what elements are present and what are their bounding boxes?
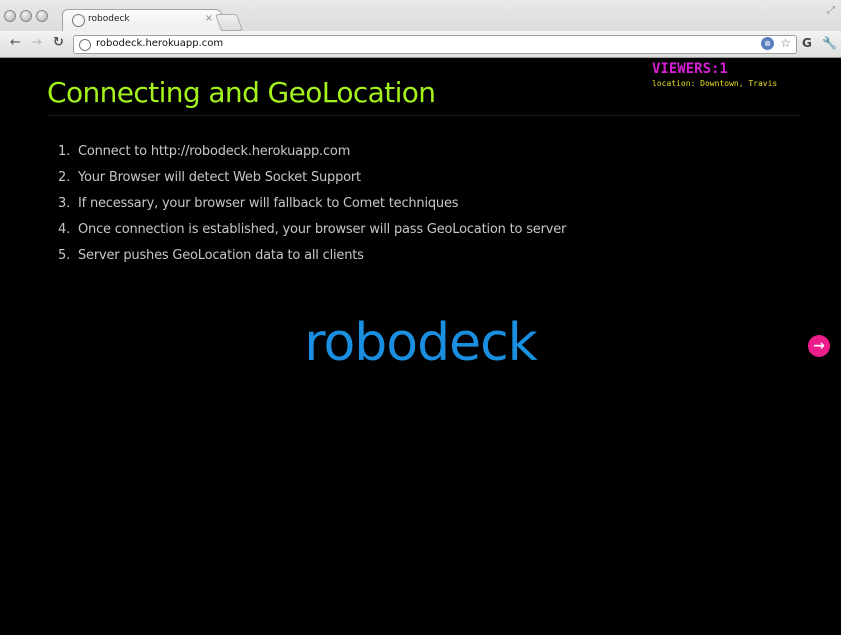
extension-icon[interactable]: ⊗ xyxy=(761,37,774,50)
url-text: robodeck.herokuapp.com xyxy=(96,38,224,49)
step-number: 3. xyxy=(58,196,71,211)
list-item: 1. Connect to http://robodeck.herokuapp.c… xyxy=(58,144,566,170)
list-item: 2. Your Browser will detect Web Socket Su… xyxy=(58,170,566,196)
chrome-icon[interactable]: G xyxy=(802,36,812,50)
browser-toolbar: ← → ↻ robodeck.herokuapp.com ⊗ ☆ G 🔧 xyxy=(0,31,841,57)
fullscreen-icon[interactable]: ⤢ xyxy=(827,5,835,16)
zoom-window-button[interactable] xyxy=(36,10,48,22)
step-text: Once connection is established, your bro… xyxy=(78,222,567,237)
step-text: If necessary, your browser will fallback… xyxy=(78,196,459,211)
browser-tab[interactable]: robodeck × xyxy=(62,9,222,32)
title-divider xyxy=(47,115,800,116)
arrow-right-icon: → xyxy=(813,338,825,354)
minimize-window-button[interactable] xyxy=(20,10,32,22)
tab-title: robodeck xyxy=(88,14,130,24)
step-number: 1. xyxy=(58,144,71,159)
address-bar[interactable]: robodeck.herokuapp.com ⊗ ☆ xyxy=(73,35,797,54)
step-text: Connect to http://robodeck.herokuapp.com xyxy=(78,144,351,159)
globe-icon xyxy=(79,39,91,51)
next-slide-button[interactable]: → xyxy=(808,335,830,357)
tab-close-icon[interactable]: × xyxy=(205,13,213,24)
step-text: Your Browser will detect Web Socket Supp… xyxy=(78,170,361,185)
browser-chrome: robodeck × ⤢ ← → ↻ robodeck.herokuapp.co… xyxy=(0,0,841,58)
slide-title: Connecting and GeoLocation xyxy=(47,76,436,109)
star-icon[interactable]: ☆ xyxy=(780,36,791,50)
step-number: 5. xyxy=(58,248,71,263)
list-item: 5. Server pushes GeoLocation data to all … xyxy=(58,248,566,274)
viewers-count: VIEWERS:1 xyxy=(652,61,728,77)
list-item: 4. Once connection is established, your b… xyxy=(58,222,566,248)
close-window-button[interactable] xyxy=(4,10,16,22)
wrench-icon[interactable]: 🔧 xyxy=(822,36,837,50)
step-text: Server pushes GeoLocation data to all cl… xyxy=(78,248,364,263)
robodeck-logo: robodeck xyxy=(304,313,538,373)
forward-arrow-icon[interactable]: → xyxy=(31,35,42,51)
step-number: 4. xyxy=(58,222,71,237)
list-item: 3. If necessary, your browser will fallba… xyxy=(58,196,566,222)
steps-list: 1. Connect to http://robodeck.herokuapp.c… xyxy=(58,144,566,274)
reload-icon[interactable]: ↻ xyxy=(53,35,64,51)
back-arrow-icon[interactable]: ← xyxy=(10,35,21,51)
globe-icon xyxy=(72,14,85,27)
step-number: 2. xyxy=(58,170,71,185)
location-text: location: Downtown, Travis xyxy=(652,79,778,88)
